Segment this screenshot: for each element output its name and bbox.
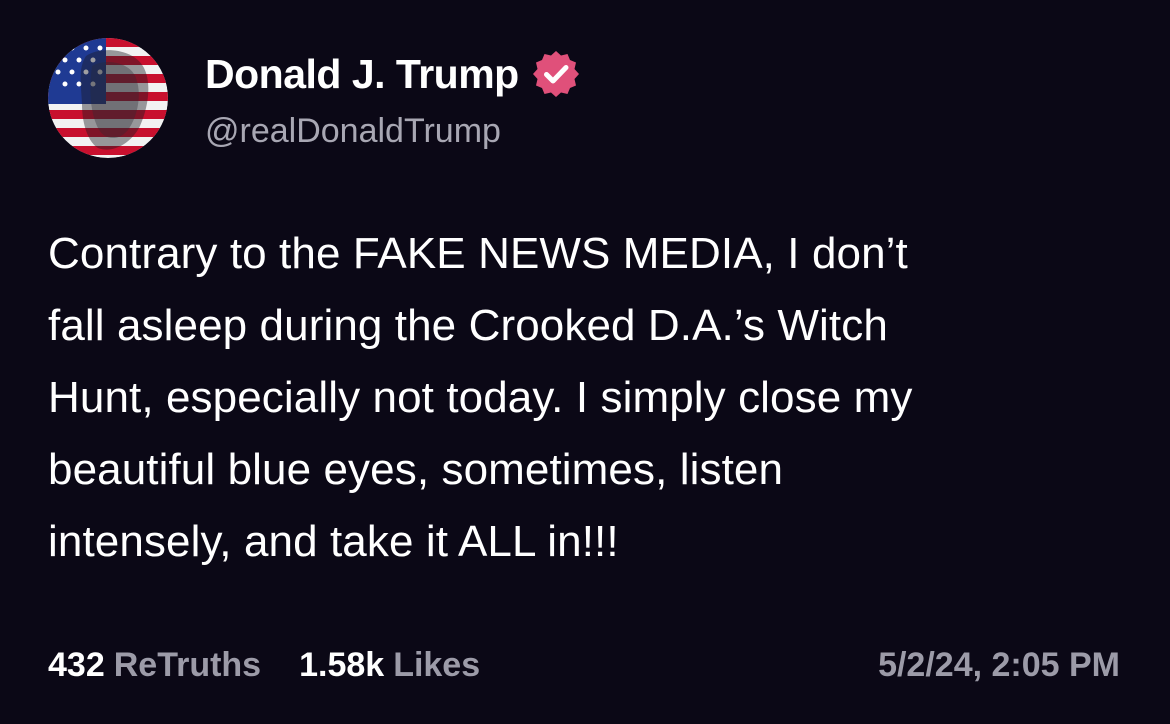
author-avatar[interactable] bbox=[48, 38, 168, 158]
post-body-text: Contrary to the FAKE NEWS MEDIA, I don’t… bbox=[48, 229, 913, 566]
flag-portrait-avatar bbox=[48, 38, 168, 158]
post-card: Donald J. Trump @realDonaldTrump Contrar… bbox=[0, 0, 1170, 724]
author-display-name[interactable]: Donald J. Trump bbox=[205, 51, 519, 98]
likes-count: 1.58k bbox=[299, 645, 385, 684]
post-timestamp[interactable]: 5/2/24, 2:05 PM bbox=[878, 643, 1120, 687]
author-name-row: Donald J. Trump bbox=[205, 48, 581, 100]
likes-label: Likes bbox=[393, 645, 481, 684]
verified-badge-icon bbox=[531, 49, 581, 99]
retruths-stat[interactable]: 432 ReTruths bbox=[48, 646, 261, 685]
author-handle[interactable]: @realDonaldTrump bbox=[205, 112, 501, 151]
retruths-count: 432 bbox=[48, 645, 105, 684]
likes-stat[interactable]: 1.58k Likes bbox=[299, 646, 480, 685]
post-stats: 432 ReTruths 1.58k Likes bbox=[48, 643, 518, 687]
retruths-label: ReTruths bbox=[113, 645, 262, 684]
